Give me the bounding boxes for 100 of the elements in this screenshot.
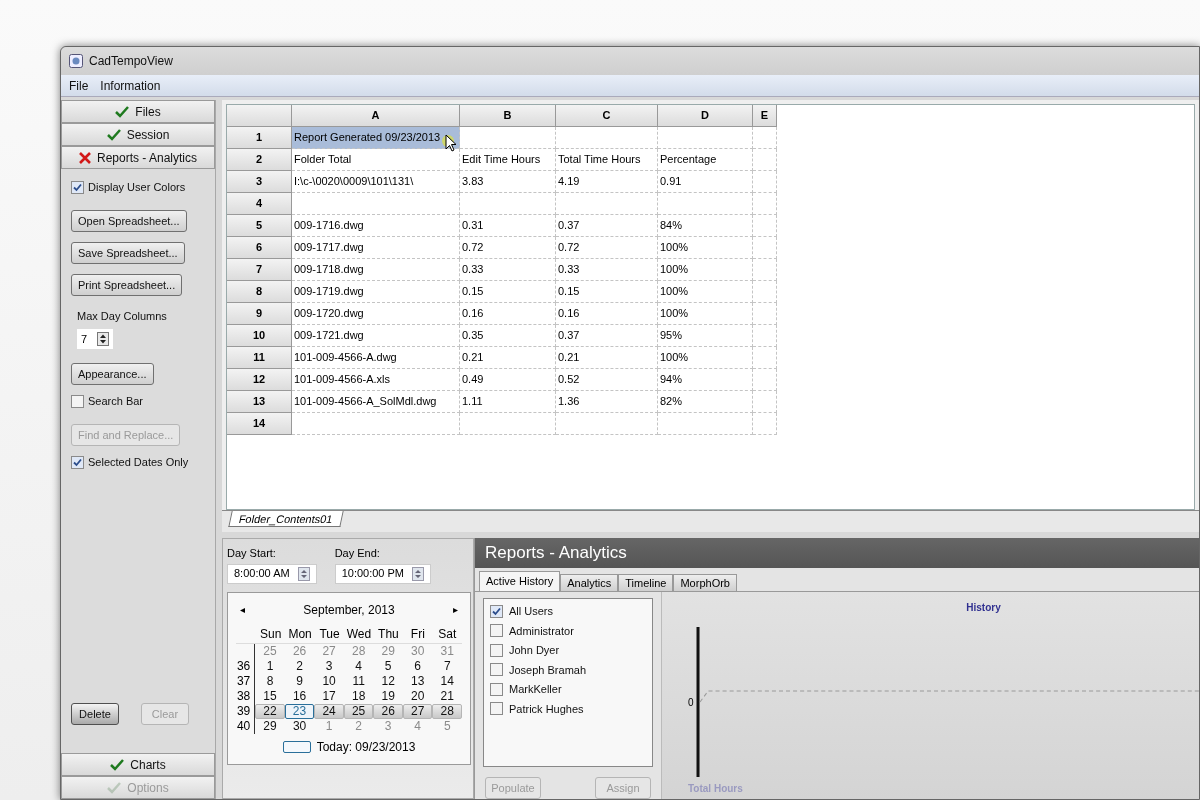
table-cell[interactable]: Edit Time Hours bbox=[460, 149, 556, 171]
table-cell[interactable]: 82% bbox=[658, 391, 753, 413]
table-cell[interactable]: 0.35 bbox=[460, 325, 556, 347]
calendar-day[interactable]: 19 bbox=[373, 688, 403, 704]
calendar-day[interactable]: 8 bbox=[255, 673, 285, 689]
table-cell[interactable] bbox=[292, 193, 460, 215]
button[interactable]: Print Spreadsheet... bbox=[71, 274, 183, 297]
calendar-day[interactable]: 3 bbox=[314, 658, 344, 674]
checkbox[interactable] bbox=[71, 180, 84, 194]
table-cell[interactable]: Total Time Hours bbox=[556, 149, 658, 171]
row-header[interactable]: 12 bbox=[227, 369, 292, 391]
calendar-day[interactable]: 14 bbox=[432, 673, 462, 689]
table-cell[interactable]: 0.31 bbox=[460, 215, 556, 237]
tab[interactable]: Active History bbox=[479, 571, 561, 591]
table-cell[interactable] bbox=[753, 237, 777, 259]
table-cell[interactable]: 0.72 bbox=[556, 237, 658, 259]
row-header[interactable]: 4 bbox=[227, 193, 292, 215]
menu-item[interactable]: Information bbox=[100, 76, 161, 95]
table-cell[interactable]: 94% bbox=[658, 369, 753, 391]
calendar-day[interactable]: 26 bbox=[373, 703, 403, 719]
sheet-tab[interactable]: Folder_Contents01 bbox=[228, 511, 344, 527]
number-spinner[interactable]: 7 bbox=[77, 328, 113, 349]
table-cell[interactable] bbox=[292, 413, 460, 435]
calendar-day[interactable]: 23 bbox=[284, 703, 315, 719]
nav-bar-item[interactable]: Reports - Analytics bbox=[61, 146, 215, 169]
calendar-day[interactable]: 6 bbox=[402, 658, 433, 674]
table-cell[interactable]: 009-1718.dwg bbox=[292, 259, 460, 281]
row-header[interactable]: 3 bbox=[227, 171, 292, 193]
row-header[interactable]: 1 bbox=[227, 127, 292, 149]
table-cell[interactable] bbox=[658, 413, 753, 435]
calendar-day[interactable]: 20 bbox=[402, 688, 433, 704]
table-cell[interactable]: 009-1716.dwg bbox=[292, 215, 460, 237]
table-cell[interactable] bbox=[753, 215, 777, 237]
table-cell[interactable] bbox=[460, 127, 556, 149]
row-header[interactable]: 6 bbox=[227, 237, 292, 259]
calendar-day[interactable]: 29 bbox=[255, 718, 285, 734]
checkbox[interactable] bbox=[71, 394, 84, 408]
table-cell[interactable]: 0.37 bbox=[556, 215, 658, 237]
tab[interactable]: MorphOrb bbox=[673, 574, 737, 591]
checkbox[interactable] bbox=[490, 643, 503, 657]
table-cell[interactable]: 0.91 bbox=[658, 171, 753, 193]
nav-bar-item[interactable]: Charts bbox=[61, 753, 215, 776]
calendar-day[interactable]: 1 bbox=[255, 658, 285, 674]
table-cell[interactable]: 101-009-4566-A.dwg bbox=[292, 347, 460, 369]
checkbox[interactable] bbox=[490, 604, 503, 618]
calendar-day[interactable]: 15 bbox=[255, 688, 285, 704]
row-header[interactable]: 11 bbox=[227, 347, 292, 369]
table-cell[interactable]: 100% bbox=[658, 347, 753, 369]
table-cell[interactable] bbox=[753, 149, 777, 171]
table-cell[interactable]: 009-1719.dwg bbox=[292, 281, 460, 303]
row-header[interactable]: 9 bbox=[227, 303, 292, 325]
calendar-day[interactable]: 27 bbox=[402, 703, 433, 719]
calendar-day[interactable]: 24 bbox=[314, 703, 344, 719]
calendar-day[interactable]: 21 bbox=[432, 688, 462, 704]
column-header[interactable]: C bbox=[556, 105, 658, 127]
table-cell[interactable]: 0.16 bbox=[556, 303, 658, 325]
column-header[interactable]: B bbox=[460, 105, 556, 127]
next-month-button[interactable]: ▸ bbox=[453, 602, 458, 617]
table-cell[interactable]: 0.21 bbox=[556, 347, 658, 369]
table-cell[interactable]: 100% bbox=[658, 303, 753, 325]
table-cell[interactable] bbox=[556, 193, 658, 215]
table-cell[interactable] bbox=[460, 413, 556, 435]
nav-bar-item[interactable]: Files bbox=[61, 100, 215, 123]
row-header[interactable]: 2 bbox=[227, 149, 292, 171]
calendar-day[interactable]: 2 bbox=[284, 658, 315, 674]
button[interactable]: Appearance... bbox=[71, 363, 154, 385]
calendar-day[interactable]: 7 bbox=[432, 658, 462, 674]
table-cell[interactable]: 100% bbox=[658, 237, 753, 259]
checkbox[interactable] bbox=[71, 455, 84, 469]
calendar-day[interactable]: 17 bbox=[314, 688, 344, 704]
checkbox[interactable] bbox=[490, 624, 503, 638]
table-cell[interactable] bbox=[753, 259, 777, 281]
table-cell[interactable]: 100% bbox=[658, 259, 753, 281]
table-cell[interactable]: 009-1721.dwg bbox=[292, 325, 460, 347]
table-cell[interactable] bbox=[753, 127, 777, 149]
column-header[interactable]: E bbox=[753, 105, 777, 127]
table-cell[interactable]: 3.83 bbox=[460, 171, 556, 193]
spin-arrows-icon[interactable] bbox=[97, 331, 109, 346]
table-cell[interactable]: 009-1720.dwg bbox=[292, 303, 460, 325]
table-cell[interactable] bbox=[753, 281, 777, 303]
table-cell[interactable]: I:\c-\0020\0009\101\131\ bbox=[292, 171, 460, 193]
calendar-day[interactable]: 25 bbox=[343, 703, 374, 719]
time-field[interactable]: 8:00:00 AM bbox=[227, 563, 317, 584]
table-cell[interactable]: 0.15 bbox=[556, 281, 658, 303]
table-cell[interactable]: 0.16 bbox=[460, 303, 556, 325]
table-cell[interactable] bbox=[753, 413, 777, 435]
row-header[interactable]: 8 bbox=[227, 281, 292, 303]
table-cell[interactable]: 1.36 bbox=[556, 391, 658, 413]
table-cell[interactable]: 84% bbox=[658, 215, 753, 237]
table-cell[interactable] bbox=[556, 127, 658, 149]
table-cell[interactable] bbox=[658, 127, 753, 149]
column-header[interactable]: D bbox=[658, 105, 753, 127]
row-header[interactable]: 10 bbox=[227, 325, 292, 347]
tab[interactable]: Analytics bbox=[560, 574, 619, 591]
table-cell[interactable] bbox=[753, 391, 777, 413]
nav-bar-item[interactable]: Session bbox=[61, 123, 215, 146]
row-header[interactable]: 5 bbox=[227, 215, 292, 237]
row-header[interactable]: 13 bbox=[227, 391, 292, 413]
calendar-day[interactable]: 28 bbox=[432, 703, 462, 719]
row-header[interactable]: 7 bbox=[227, 259, 292, 281]
